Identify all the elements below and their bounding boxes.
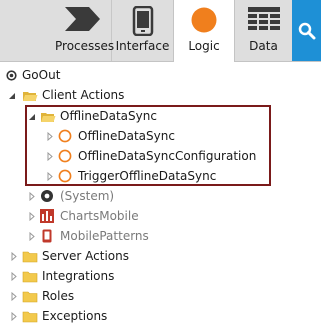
tree-dependency-system[interactable]: (System) xyxy=(0,186,321,206)
tree-dependency-mobilepatterns[interactable]: MobilePatterns xyxy=(0,226,321,246)
tab-processes[interactable]: Processes xyxy=(55,0,115,61)
chevron-right-icon[interactable] xyxy=(29,212,35,221)
chevron-right-icon[interactable] xyxy=(11,292,17,301)
top-tab-bar: Processes Interface Logic Data xyxy=(0,0,321,62)
tree-folder-integrations[interactable]: Integrations xyxy=(0,266,321,286)
folder-open-icon xyxy=(23,92,38,101)
tab-interface[interactable]: Interface xyxy=(112,0,173,61)
tree-folder-label: Client Actions xyxy=(42,88,125,102)
data-grid-icon xyxy=(235,6,292,34)
tab-label: Logic xyxy=(188,39,220,53)
mobile-patterns-icon xyxy=(42,229,52,243)
search-button[interactable] xyxy=(292,0,321,61)
folder-icon xyxy=(22,291,38,303)
folder-icon xyxy=(22,311,38,323)
tab-data[interactable]: Data xyxy=(235,0,292,61)
tab-label: Data xyxy=(249,39,278,53)
tree-item-label: ChartsMobile xyxy=(60,209,139,223)
tab-label: Processes xyxy=(55,39,115,53)
tab-label: Interface xyxy=(115,39,170,53)
tree-root[interactable]: GoOut xyxy=(0,65,321,85)
chevron-right-icon[interactable] xyxy=(29,192,35,201)
tree-folder-client-actions[interactable]: Client Actions xyxy=(0,85,321,105)
processes-icon xyxy=(55,6,111,34)
charts-icon xyxy=(40,209,54,223)
tab-logic[interactable]: Logic xyxy=(173,0,235,62)
tree-item-label: MobilePatterns xyxy=(60,229,149,243)
chevron-right-icon[interactable] xyxy=(11,272,17,281)
tree-root-label: GoOut xyxy=(22,68,61,82)
selection-highlight-box xyxy=(25,105,271,186)
chevron-down-icon[interactable] xyxy=(8,92,16,100)
chevron-right-icon[interactable] xyxy=(29,232,35,241)
tree-item-label: (System) xyxy=(60,189,115,203)
tree-dependency-chartsmobile[interactable]: ChartsMobile xyxy=(0,206,321,226)
search-icon xyxy=(298,22,315,39)
logic-circle-icon xyxy=(174,6,234,34)
module-icon xyxy=(6,70,17,81)
logic-tree: GoOut Client Actions OfflineDataSync Off… xyxy=(0,62,321,327)
folder-icon xyxy=(22,271,38,283)
tree-folder-server-actions[interactable]: Server Actions xyxy=(0,246,321,266)
chevron-right-icon[interactable] xyxy=(11,252,17,261)
tree-folder-label: Roles xyxy=(42,289,75,303)
tree-folder-label: Exceptions xyxy=(42,309,108,323)
phone-icon xyxy=(112,6,173,36)
tree-folder-roles[interactable]: Roles xyxy=(0,286,321,306)
tree-folder-label: Integrations xyxy=(42,269,115,283)
system-module-icon xyxy=(41,190,53,202)
chevron-right-icon[interactable] xyxy=(11,312,17,321)
folder-icon xyxy=(22,251,38,263)
tree-folder-exceptions[interactable]: Exceptions xyxy=(0,306,321,326)
tree-folder-label: Server Actions xyxy=(42,249,129,263)
